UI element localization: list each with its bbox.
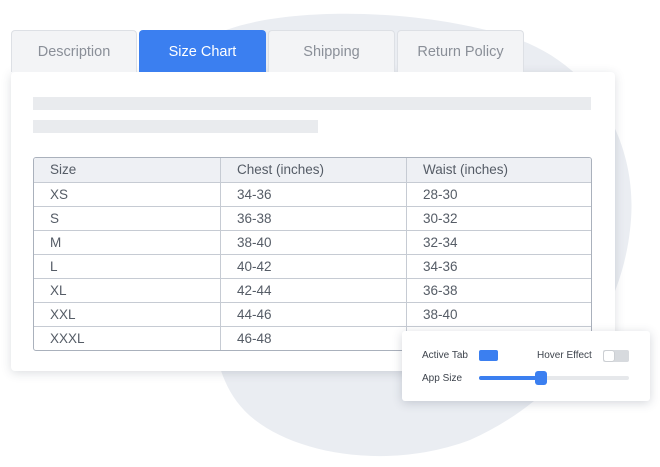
table-cell: 44-46 (220, 303, 406, 326)
active-tab-label: Active Tab (422, 350, 468, 361)
table-header-row: Size Chest (inches) Waist (inches) (34, 158, 591, 182)
table-cell: 34-36 (406, 255, 591, 278)
table-cell: S (50, 211, 60, 226)
table-cell: 40-42 (220, 255, 406, 278)
tab-size-chart[interactable]: Size Chart (139, 30, 266, 72)
slider-thumb[interactable] (534, 371, 547, 385)
tab-shipping[interactable]: Shipping (268, 30, 395, 72)
table-cell: M (50, 235, 62, 250)
tab-bar: Description Size Chart Shipping Return P… (11, 30, 526, 72)
table-cell: XXXL (50, 331, 85, 346)
table-row: XS 34-36 28-30 (34, 182, 591, 206)
table-cell: XXL (50, 307, 76, 322)
slider-fill (479, 376, 541, 380)
table-cell: 34-36 (220, 183, 406, 206)
table-row: XXL 44-46 38-40 (34, 302, 591, 326)
hover-effect-label: Hover Effect (537, 350, 592, 361)
hover-effect-toggle[interactable] (603, 350, 629, 362)
table-cell: 38-40 (220, 231, 406, 254)
table-row: L 40-42 34-36 (34, 254, 591, 278)
toggle-knob (604, 351, 614, 361)
active-tab-color-swatch[interactable] (479, 350, 498, 361)
table-cell: 28-30 (406, 183, 591, 206)
app-size-slider[interactable] (479, 371, 629, 385)
table-row: XL 42-44 36-38 (34, 278, 591, 302)
table-row: S 36-38 30-32 (34, 206, 591, 230)
column-header: Waist (inches) (406, 158, 591, 182)
app-settings-panel: Active Tab Hover Effect App Size (402, 331, 650, 401)
table-cell: XL (50, 283, 67, 298)
tab-label: Shipping (303, 43, 360, 60)
table-cell: 38-40 (406, 303, 591, 326)
table-cell: 42-44 (220, 279, 406, 302)
table-cell: 30-32 (406, 207, 591, 230)
column-header: Size (50, 162, 77, 177)
table-row: M 38-40 32-34 (34, 230, 591, 254)
tab-return-policy[interactable]: Return Policy (397, 30, 524, 72)
tab-label: Return Policy (417, 43, 504, 60)
size-chart-table: Size Chest (inches) Waist (inches) XS 34… (33, 157, 592, 351)
app-size-label: App Size (422, 373, 463, 384)
table-cell: 32-34 (406, 231, 591, 254)
tab-label: Size Chart (168, 43, 237, 60)
table-cell: XS (50, 187, 69, 202)
table-cell: 36-38 (406, 279, 591, 302)
table-cell: 46-48 (220, 327, 406, 350)
placeholder-text-line (33, 120, 318, 133)
table-cell: 36-38 (220, 207, 406, 230)
column-header: Chest (inches) (220, 158, 406, 182)
table-cell: L (50, 259, 58, 274)
tab-label: Description (37, 43, 111, 60)
tab-description[interactable]: Description (11, 30, 137, 72)
placeholder-text-line (33, 97, 591, 110)
